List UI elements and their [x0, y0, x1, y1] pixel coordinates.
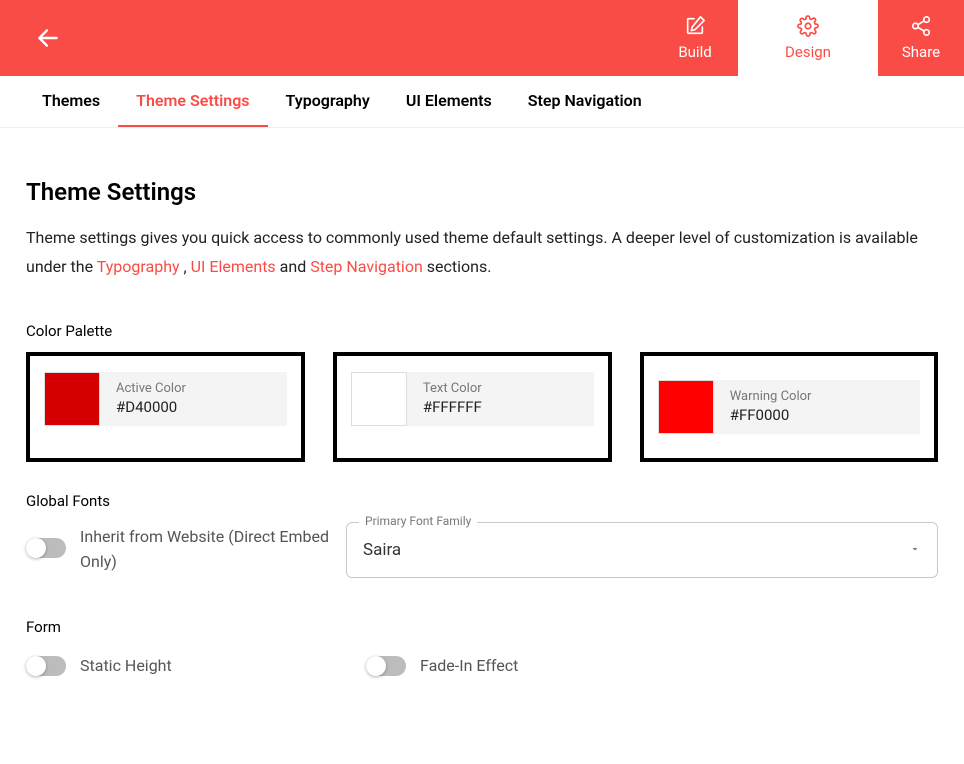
static-height-toggle[interactable]: [26, 656, 66, 676]
swatch-label: Active Color: [116, 381, 186, 396]
desc-sep-2: and: [276, 257, 311, 276]
swatch-warning-color[interactable]: Warning Color #FF0000: [640, 352, 938, 462]
swatch-text: Text Color #FFFFFF: [409, 372, 482, 426]
content: Theme Settings Theme settings gives you …: [0, 128, 964, 716]
swatch-chip-warning: [658, 380, 714, 434]
swatch-value: #FF0000: [730, 406, 812, 424]
static-height-label: Static Height: [80, 656, 172, 675]
swatch-active-color[interactable]: Active Color #D40000: [26, 352, 305, 462]
swatch-label: Text Color: [423, 381, 482, 396]
color-palette-label: Color Palette: [26, 322, 938, 340]
gear-icon: [797, 15, 819, 37]
tab-design[interactable]: Design: [738, 0, 878, 76]
fade-in-label: Fade-In Effect: [420, 656, 518, 675]
back-button[interactable]: [24, 0, 72, 76]
swatch-inner: Warning Color #FF0000: [658, 380, 920, 434]
swatch-label: Warning Color: [730, 389, 812, 404]
fade-in-toggle[interactable]: [366, 656, 406, 676]
swatch-value: #FFFFFF: [423, 398, 482, 416]
desc-end: sections.: [423, 257, 492, 276]
global-fonts-row: Inherit from Website (Direct Embed Only)…: [26, 522, 938, 578]
subtabs: Themes Theme Settings Typography UI Elem…: [0, 76, 964, 128]
toggle-knob: [26, 538, 46, 558]
subtab-typography[interactable]: Typography: [268, 76, 388, 127]
swatch-value: #D40000: [116, 398, 186, 416]
subtab-step-navigation[interactable]: Step Navigation: [510, 76, 660, 127]
arrow-left-icon: [35, 25, 61, 51]
subtab-themes[interactable]: Themes: [24, 76, 118, 127]
inherit-toggle-label: Inherit from Website (Direct Embed Only): [80, 522, 346, 575]
chevron-down-icon: [909, 540, 921, 559]
link-step-navigation[interactable]: Step Navigation: [310, 257, 423, 276]
tab-build[interactable]: Build: [652, 0, 738, 76]
tab-design-label: Design: [785, 43, 831, 61]
swatch-text: Active Color #D40000: [102, 372, 186, 426]
subtab-ui-elements[interactable]: UI Elements: [388, 76, 510, 127]
toggle-knob: [26, 656, 46, 676]
global-fonts-label: Global Fonts: [26, 492, 938, 510]
static-height-group: Static Height: [26, 656, 306, 676]
desc-sep-1: ,: [180, 257, 191, 276]
primary-font-family-select[interactable]: Primary Font Family Saira: [346, 522, 938, 578]
tab-share[interactable]: Share: [878, 0, 964, 76]
link-ui-elements[interactable]: UI Elements: [191, 257, 276, 276]
page-title: Theme Settings: [26, 178, 938, 206]
swatch-text-color[interactable]: Text Color #FFFFFF: [333, 352, 612, 462]
fade-in-group: Fade-In Effect: [366, 656, 646, 676]
color-palette-row: Active Color #D40000 Text Color #FFFFFF …: [26, 352, 938, 462]
select-legend: Primary Font Family: [359, 514, 477, 528]
tab-build-label: Build: [678, 43, 711, 61]
inherit-toggle-group: Inherit from Website (Direct Embed Only): [26, 522, 346, 575]
edit-icon: [684, 15, 706, 37]
subtab-theme-settings[interactable]: Theme Settings: [118, 76, 267, 127]
swatch-inner: Text Color #FFFFFF: [351, 372, 594, 426]
select-value: Saira: [363, 540, 909, 560]
toggle-knob: [366, 656, 386, 676]
form-section-label: Form: [26, 618, 938, 636]
tab-share-label: Share: [902, 43, 940, 61]
swatch-inner: Active Color #D40000: [44, 372, 287, 426]
topbar-spacer: [72, 0, 652, 76]
inherit-from-website-toggle[interactable]: [26, 538, 66, 558]
swatch-chip-text: [351, 372, 407, 426]
link-typography[interactable]: Typography: [97, 257, 180, 276]
form-toggles-row: Static Height Fade-In Effect: [26, 656, 938, 676]
swatch-text: Warning Color #FF0000: [716, 380, 812, 434]
swatch-chip-active: [44, 372, 100, 426]
page-description: Theme settings gives you quick access to…: [26, 224, 938, 282]
share-icon: [910, 15, 932, 37]
topbar: Build Design Share: [0, 0, 964, 76]
